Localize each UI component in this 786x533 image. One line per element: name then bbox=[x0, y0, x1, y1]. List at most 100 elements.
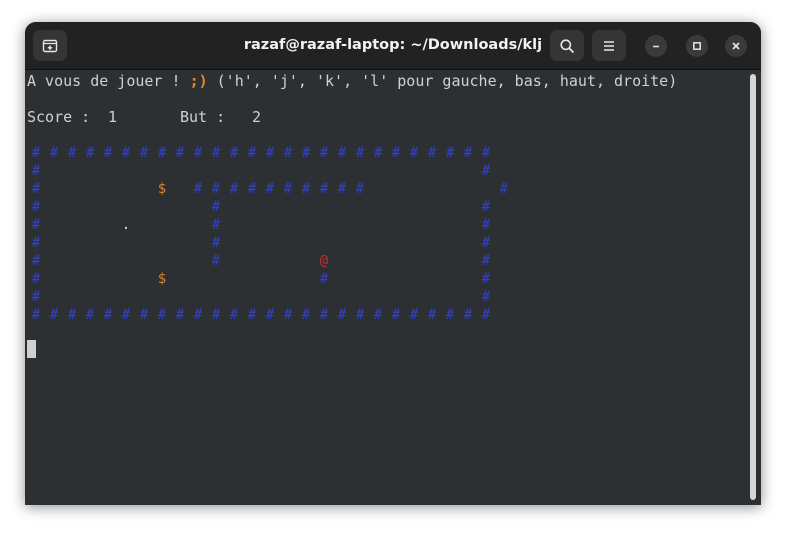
wall-cell: # bbox=[139, 145, 149, 161]
wall-cell: # bbox=[157, 145, 167, 161]
prompt-emoticon: ;) bbox=[189, 72, 208, 90]
wall-cell: # bbox=[301, 145, 311, 161]
wall-cell: # bbox=[49, 145, 59, 161]
wall-cell: # bbox=[229, 145, 239, 161]
wall-cell: # bbox=[463, 307, 473, 323]
wall-cell: # bbox=[211, 307, 221, 323]
player-cell: @ bbox=[319, 253, 329, 269]
wall-cell: # bbox=[31, 181, 41, 197]
wall-cell: # bbox=[211, 253, 221, 269]
wall-cell: # bbox=[337, 307, 347, 323]
wall-cell: # bbox=[427, 307, 437, 323]
wall-cell: # bbox=[319, 181, 329, 197]
wall-cell: # bbox=[31, 271, 41, 287]
wall-cell: # bbox=[211, 145, 221, 161]
wall-cell: # bbox=[103, 307, 113, 323]
wall-cell: # bbox=[157, 307, 167, 323]
close-icon bbox=[732, 42, 740, 50]
minimize-icon bbox=[653, 45, 659, 48]
wall-cell: # bbox=[481, 163, 491, 179]
wall-cell: # bbox=[319, 271, 329, 287]
wall-cell: # bbox=[463, 145, 473, 161]
wall-cell: # bbox=[481, 307, 491, 323]
wall-cell: # bbox=[31, 289, 41, 305]
wall-cell: # bbox=[481, 145, 491, 161]
wall-cell: # bbox=[193, 145, 203, 161]
minimize-button[interactable] bbox=[645, 35, 667, 57]
wall-cell: # bbox=[319, 307, 329, 323]
new-tab-icon bbox=[42, 39, 58, 52]
wall-cell: # bbox=[265, 307, 275, 323]
wall-cell: # bbox=[211, 235, 221, 251]
menu-button[interactable] bbox=[592, 30, 626, 61]
wall-cell: # bbox=[31, 163, 41, 179]
wall-cell: # bbox=[283, 307, 293, 323]
wall-cell: # bbox=[355, 307, 365, 323]
wall-cell: # bbox=[31, 307, 41, 323]
wall-cell: # bbox=[247, 145, 257, 161]
wall-cell: # bbox=[499, 181, 509, 197]
search-icon bbox=[560, 38, 574, 53]
wall-cell: # bbox=[373, 307, 383, 323]
wall-cell: # bbox=[481, 235, 491, 251]
wall-cell: # bbox=[121, 145, 131, 161]
wall-cell: # bbox=[373, 145, 383, 161]
wall-cell: # bbox=[175, 307, 185, 323]
hamburger-menu-icon bbox=[604, 40, 614, 51]
wall-cell: # bbox=[301, 181, 311, 197]
wall-cell: # bbox=[337, 145, 347, 161]
wall-cell: # bbox=[409, 145, 419, 161]
score-label: Score : bbox=[27, 108, 91, 126]
wall-cell: # bbox=[229, 181, 239, 197]
wall-cell: # bbox=[229, 307, 239, 323]
wall-cell: # bbox=[211, 199, 221, 215]
wall-cell: # bbox=[247, 181, 257, 197]
goal-label: But : bbox=[180, 108, 226, 126]
wall-cell: # bbox=[355, 181, 365, 197]
prompt-line: A vous de jouer ! ;) ('h', 'j', 'k', 'l'… bbox=[27, 72, 677, 90]
wall-cell: # bbox=[409, 307, 419, 323]
wall-cell: # bbox=[85, 307, 95, 323]
wall-cell: # bbox=[283, 145, 293, 161]
wall-cell: # bbox=[319, 145, 329, 161]
prompt-keys: ('h', 'j', 'k', 'l' pour gauche, bas, ha… bbox=[207, 72, 678, 90]
wall-cell: # bbox=[103, 145, 113, 161]
coin-cell: $ bbox=[157, 181, 167, 197]
dot-cell: . bbox=[121, 217, 131, 233]
terminal-output[interactable]: A vous de jouer ! ;) ('h', 'j', 'k', 'l'… bbox=[27, 72, 751, 502]
title-bar[interactable]: razaf@razaf-laptop: ~/Downloads/klj bbox=[25, 22, 761, 70]
goal-value: 2 bbox=[252, 108, 262, 126]
wall-cell: # bbox=[445, 307, 455, 323]
terminal-cursor bbox=[27, 340, 36, 358]
wall-cell: # bbox=[445, 145, 455, 161]
scrollbar[interactable] bbox=[750, 74, 756, 500]
wall-cell: # bbox=[481, 217, 491, 233]
maximize-button[interactable] bbox=[686, 35, 708, 57]
wall-cell: # bbox=[193, 307, 203, 323]
score-value: 1 bbox=[108, 108, 118, 126]
wall-cell: # bbox=[427, 145, 437, 161]
terminal-window: razaf@razaf-laptop: ~/Downloads/klj A vo… bbox=[25, 22, 761, 505]
wall-cell: # bbox=[211, 217, 221, 233]
wall-cell: # bbox=[481, 289, 491, 305]
wall-cell: # bbox=[31, 145, 41, 161]
prompt-text: A vous de jouer ! bbox=[27, 72, 190, 90]
wall-cell: # bbox=[265, 145, 275, 161]
wall-cell: # bbox=[85, 145, 95, 161]
wall-cell: # bbox=[481, 271, 491, 287]
close-button[interactable] bbox=[725, 35, 747, 57]
wall-cell: # bbox=[67, 145, 77, 161]
wall-cell: # bbox=[355, 145, 365, 161]
coin-cell: $ bbox=[157, 271, 167, 287]
wall-cell: # bbox=[391, 307, 401, 323]
wall-cell: # bbox=[139, 307, 149, 323]
wall-cell: # bbox=[31, 235, 41, 251]
wall-cell: # bbox=[193, 181, 203, 197]
search-button[interactable] bbox=[550, 30, 584, 61]
wall-cell: # bbox=[31, 199, 41, 215]
wall-cell: # bbox=[301, 307, 311, 323]
wall-cell: # bbox=[49, 307, 59, 323]
new-tab-button[interactable] bbox=[33, 30, 67, 61]
wall-cell: # bbox=[67, 307, 77, 323]
wall-cell: # bbox=[265, 181, 275, 197]
